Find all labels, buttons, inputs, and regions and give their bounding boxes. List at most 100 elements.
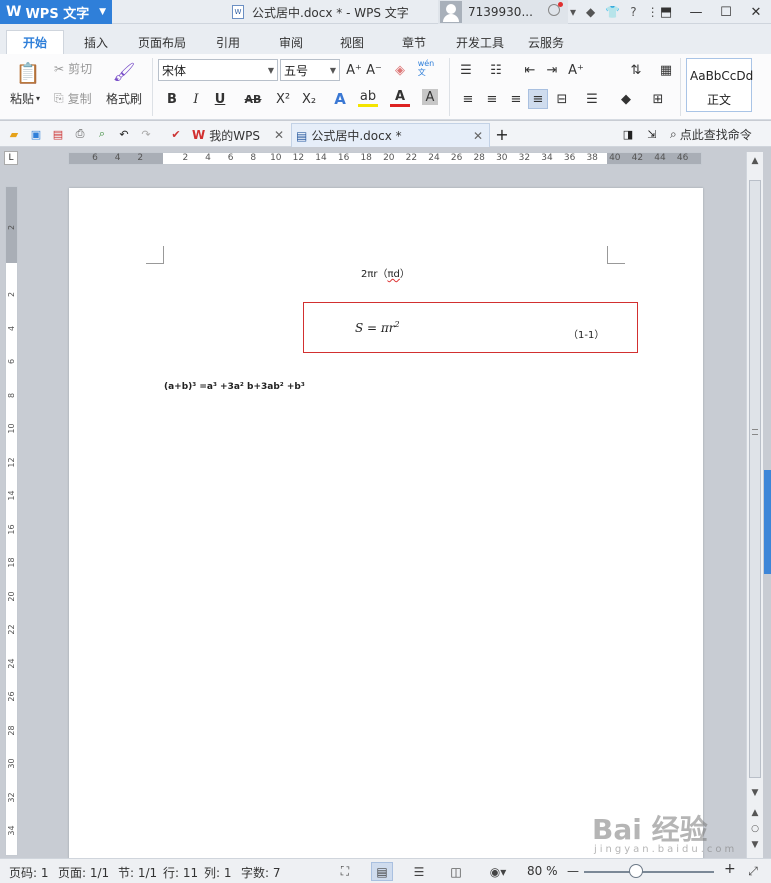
table-grid-icon[interactable]: ▦ [656,60,676,80]
select-browse-icon[interactable]: ○ [747,824,763,834]
bold-button[interactable]: B [162,89,182,109]
sort-icon[interactable]: ⇅ [626,60,646,80]
align-center-icon[interactable]: ≡ [482,89,502,109]
line-spacing-icon[interactable]: ☰ [582,89,602,109]
italic-button[interactable]: I [186,89,206,109]
shrink-font-button[interactable]: A⁻ [364,60,384,80]
distributed-icon[interactable]: ⊟ [552,89,572,109]
scroll-up-icon[interactable]: ▲ [747,156,763,166]
maximize-button[interactable]: ☐ [711,0,741,24]
tab-my-wps[interactable]: W 我的WPS ✕ [188,123,290,147]
paste-button[interactable]: 粘贴 ▾ [10,90,40,107]
tab-stop-selector[interactable]: L [4,151,18,165]
page-view-icon[interactable]: ▤ [371,862,393,881]
vertical-ruler[interactable]: 2 2 4 6 8 10 12 14 16 18 20 22 24 26 28 30 32 34 [5,186,18,856]
scroll-thumb[interactable] [749,180,761,778]
strikethrough-button[interactable]: AB [240,89,266,109]
char-shading-button[interactable]: A [422,89,438,105]
convert-icon[interactable]: ◨ [620,126,636,142]
fit-window-icon[interactable]: ⤢ [742,862,764,881]
clear-format-icon[interactable]: ◈ [390,60,410,80]
status-word-count[interactable]: 字数: 7 [241,864,281,881]
expand-ribbon-icon[interactable]: ⇲ [644,126,660,142]
align-right-icon[interactable]: ≡ [506,89,526,109]
next-page-icon[interactable]: ▼ [747,840,763,850]
status-pages[interactable]: 页面: 1/1 [58,864,109,881]
phonetic-guide-button[interactable]: wén 文 [416,58,436,78]
tab-cloud[interactable]: 云服务 [528,30,564,54]
notification-badge-icon[interactable] [548,2,563,16]
fullscreen-view-icon[interactable]: ⛶ [334,862,356,881]
border-icon[interactable]: ⊞ [648,89,668,109]
increase-indent-icon[interactable]: ⇥ [542,60,562,80]
outline-view-icon[interactable]: ☰ [408,862,430,881]
tab-view[interactable]: 视图 [340,30,364,54]
undo-icon[interactable]: ↶ [116,126,132,142]
add-tab-button[interactable]: + [494,125,510,144]
help-icon[interactable]: ? [630,5,636,19]
tab-chapter[interactable]: 章节 [402,30,426,54]
cut-button[interactable]: ✂ 剪切 [54,60,92,77]
copy-button[interactable]: ⎘ 复制 [54,90,92,107]
print-preview-icon[interactable]: ⌕ [94,126,110,142]
open-folder-icon[interactable]: ▰ [6,126,22,142]
tab-document[interactable]: ▤ 公式居中.docx * ✕ [291,123,490,147]
close-button[interactable]: ✕ [741,0,771,24]
tab-developer[interactable]: 开发工具 [456,30,504,54]
eye-protect-icon[interactable]: ◉▾ [484,862,512,881]
status-page-number[interactable]: 页码: 1 [9,864,49,881]
equation[interactable]: S = πr2 [355,320,400,335]
highlight-button[interactable]: ab [358,89,378,107]
tab-home[interactable]: 开始 [6,30,64,54]
document-page[interactable] [69,188,703,860]
close-icon[interactable]: ✕ [473,129,483,143]
user-account[interactable]: 7139930... [438,0,568,24]
prev-page-icon[interactable]: ▲ [747,808,763,818]
close-icon[interactable]: ✕ [274,128,284,142]
minimize-button[interactable]: — [681,0,711,24]
underline-button[interactable]: U [210,89,230,109]
horizontal-ruler[interactable]: 6 4 2 2 4 6 8 10 12 14 16 18 20 22 24 26 28 30 32 34 36 38 40 4… [68,152,702,165]
formula-line-3[interactable]: (a+b)³ =a³ +3a² b+3ab² +b³ [164,382,305,392]
tab-insert[interactable]: 插入 [84,30,108,54]
zoom-slider-thumb[interactable] [629,864,643,878]
redo-icon[interactable]: ↷ [138,126,154,142]
numbered-list-icon[interactable]: ☷ [486,60,506,80]
tab-page-layout[interactable]: 页面布局 [138,30,186,54]
restore-view-icon[interactable]: ⬒ [651,0,681,24]
vertical-scrollbar[interactable]: ▲ ▼ ▲ ○ ▼ [746,152,763,858]
superscript-button[interactable]: X² [272,89,294,109]
zoom-in-button[interactable]: + [724,861,736,877]
cube-icon[interactable]: ◆ [586,5,595,19]
status-section[interactable]: 节: 1/1 [118,864,157,881]
text-effect-button[interactable]: A [330,89,350,109]
save-icon[interactable]: ▣ [28,126,44,142]
find-command-button[interactable]: ⌕ 点此查找命令 [670,126,752,143]
format-painter-button[interactable]: 格式刷 [106,90,142,107]
side-panel-toggle[interactable] [764,470,771,574]
text-direction-icon[interactable]: A⁺ [566,60,586,80]
web-view-icon[interactable]: ◫ [445,862,467,881]
tab-review[interactable]: 审阅 [279,30,303,54]
justify-icon[interactable]: ≡ [528,89,548,109]
customize-icon[interactable]: ✔ [168,126,184,142]
zoom-level[interactable]: 80 % [527,864,558,878]
skin-icon[interactable]: 👕 [605,5,620,19]
formula-line-1[interactable]: 2πr（πd） [361,265,410,280]
style-normal[interactable]: AaBbCcDd 正文 [686,58,753,112]
app-menu-button[interactable]: W WPS 文字 ▼ [0,0,112,24]
grow-font-button[interactable]: A⁺ [344,60,364,80]
print-icon[interactable]: ⎙ [72,126,88,142]
tab-references[interactable]: 引用 [216,30,240,54]
shading-bucket-icon[interactable]: ◆ [616,89,636,109]
align-left-icon[interactable]: ≡ [458,89,478,109]
scroll-down-icon[interactable]: ▼ [747,788,763,798]
bullet-list-icon[interactable]: ☰ [456,60,476,80]
font-color-button[interactable]: A [390,89,410,107]
zoom-out-button[interactable]: — [567,864,579,878]
zoom-slider-track[interactable] [584,871,714,873]
font-size-select[interactable]: 五号 ▼ [280,59,340,81]
font-name-select[interactable]: 宋体 ▼ [158,59,278,81]
export-pdf-icon[interactable]: ▤ [50,126,66,142]
caret-icon[interactable]: ▾ [570,5,576,19]
